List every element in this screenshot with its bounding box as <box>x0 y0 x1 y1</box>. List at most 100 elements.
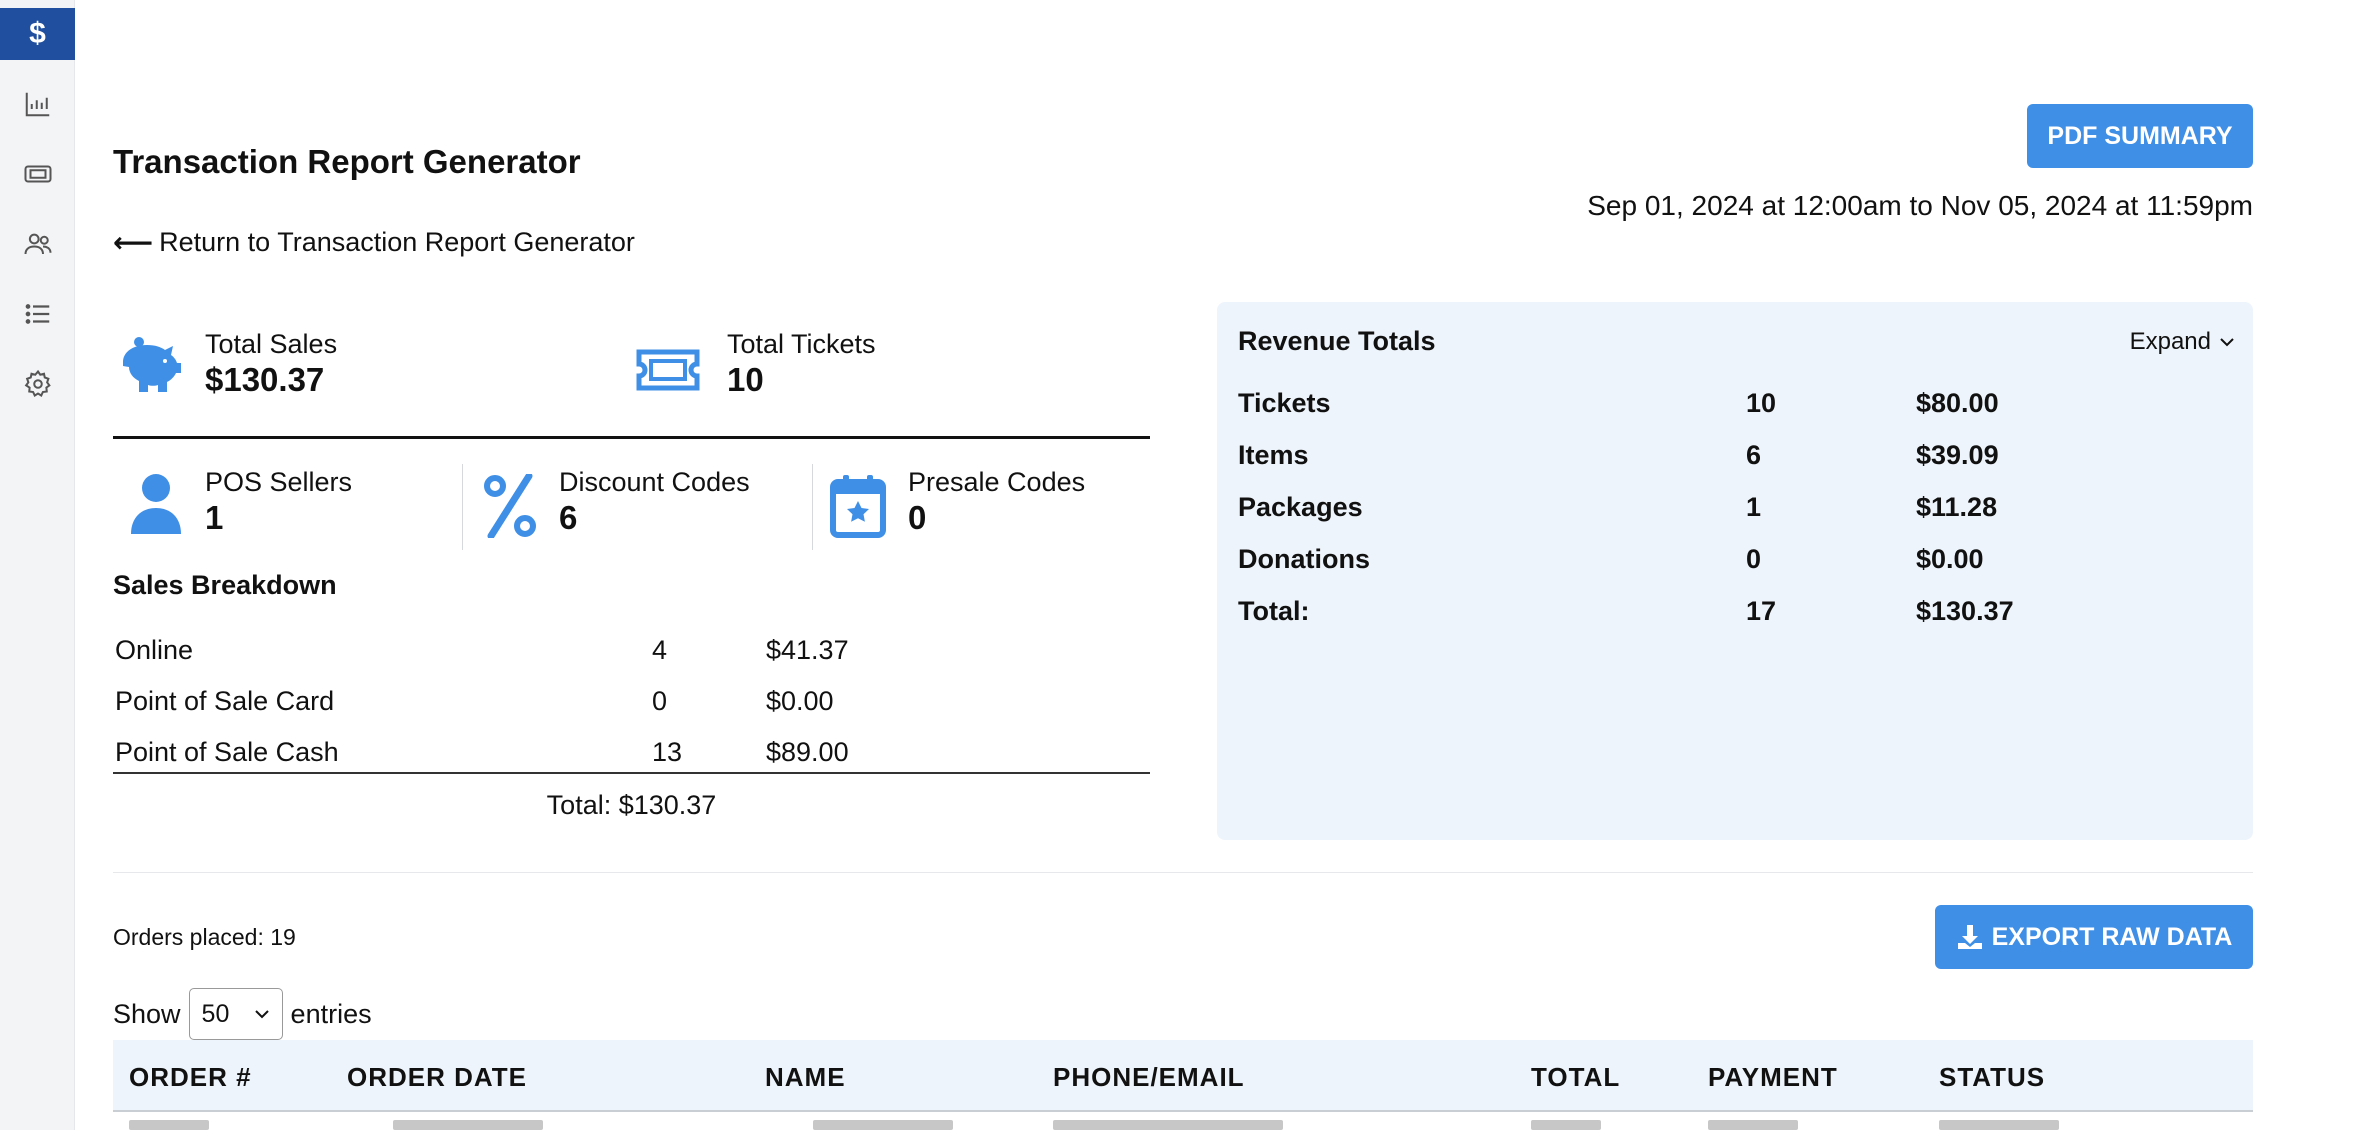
pos-sellers-label: POS Sellers <box>205 467 353 497</box>
column-header-phone-email[interactable]: PHONE/EMAIL <box>1053 1062 1245 1093</box>
sidebar-item-settings[interactable] <box>0 358 75 410</box>
section-divider <box>113 872 2253 873</box>
piggy-bank-icon <box>123 337 181 392</box>
stat-separator <box>812 464 813 550</box>
revenue-row-name: Total: <box>1238 596 1310 626</box>
dollar-icon: $ <box>29 17 46 50</box>
total-sales-value: $130.37 <box>205 361 325 399</box>
sales-channel-name: Point of Sale Card <box>115 686 335 716</box>
stat-total-sales: Total Sales $130.37 <box>113 328 337 400</box>
page-title: Transaction Report Generator <box>113 143 581 180</box>
revenue-row-count: 1 <box>1746 492 1762 522</box>
sales-channel-count: 4 <box>652 635 668 665</box>
ticket-icon <box>24 165 51 183</box>
revenue-totals-panel: Revenue Totals Expand Tickets 10 $80.00 … <box>1217 302 2253 840</box>
orders-table-header: ORDER # ORDER DATE NAME PHONE/EMAIL TOTA… <box>113 1040 2253 1112</box>
sales-breakdown-title: Sales Breakdown <box>113 570 337 600</box>
revenue-row-count: 0 <box>1746 544 1762 574</box>
sales-channel-count: 13 <box>652 737 683 767</box>
sales-channel-amount: $41.37 <box>766 635 849 665</box>
sales-channel-amount: $89.00 <box>766 737 849 767</box>
gear-icon <box>24 369 51 397</box>
total-tickets-label: Total Tickets <box>727 329 876 359</box>
column-header-total[interactable]: TOTAL <box>1531 1062 1620 1093</box>
revenue-row-name: Donations <box>1238 544 1370 574</box>
presale-codes-label: Presale Codes <box>908 467 1086 497</box>
cell-fragment <box>813 1120 953 1130</box>
revenue-totals-title: Revenue Totals <box>1238 326 1436 356</box>
pos-sellers-value: 1 <box>205 499 224 537</box>
sales-channel-count: 0 <box>652 686 668 716</box>
cell-fragment <box>129 1120 209 1130</box>
orders-placed-count: Orders placed: 19 <box>113 924 296 950</box>
arrow-left-icon: ⟵ <box>113 227 154 258</box>
expand-button[interactable]: Expand <box>2130 328 2235 356</box>
table-row <box>113 1114 2253 1130</box>
sidebar: $ <box>0 0 75 1130</box>
show-label: Show <box>113 998 181 1029</box>
export-raw-data-button[interactable]: EXPORT RAW DATA <box>1935 905 2253 969</box>
entries-label: entries <box>290 998 372 1029</box>
revenue-row-name: Items <box>1238 440 1309 470</box>
expand-label: Expand <box>2129 328 2211 355</box>
column-header-payment[interactable]: PAYMENT <box>1708 1062 1838 1093</box>
stat-discount-codes: Discount Codes 6 <box>483 466 750 538</box>
sidebar-item-transactions[interactable]: $ <box>0 8 75 60</box>
revenue-row-count: 6 <box>1746 440 1762 470</box>
revenue-row-count: 10 <box>1746 388 1777 418</box>
chevron-down-icon <box>254 1010 269 1019</box>
column-header-order-date[interactable]: ORDER DATE <box>347 1062 527 1093</box>
stat-pos-sellers: POS Sellers 1 <box>129 466 352 538</box>
revenue-row-amount: $0.00 <box>1916 544 1984 574</box>
stat-separator <box>462 464 463 550</box>
stats-divider <box>113 436 1150 439</box>
revenue-row-amount: $80.00 <box>1916 388 1999 418</box>
revenue-row-name: Tickets <box>1238 388 1331 418</box>
sidebar-item-reports[interactable] <box>0 78 75 130</box>
calendar-star-icon <box>830 475 886 538</box>
list-icon <box>25 304 49 324</box>
revenue-row-count: 17 <box>1746 596 1777 626</box>
sales-channel-name: Point of Sale Cash <box>115 737 339 767</box>
sales-breakdown-total: Total: $130.37 <box>546 790 717 820</box>
users-icon <box>24 233 51 255</box>
ticket-icon <box>636 349 700 391</box>
back-link[interactable]: ⟵ Return to Transaction Report Generator <box>113 226 635 259</box>
stat-presale-codes: Presale Codes 0 <box>830 466 1085 538</box>
cell-fragment <box>393 1120 543 1130</box>
column-header-status[interactable]: STATUS <box>1939 1062 2045 1093</box>
export-button-label: EXPORT RAW DATA <box>1991 922 2233 951</box>
user-icon <box>131 474 181 534</box>
total-tickets-value: 10 <box>727 361 764 399</box>
cell-fragment <box>1053 1120 1283 1130</box>
revenue-row-amount: $130.37 <box>1916 596 2014 626</box>
cell-fragment <box>1708 1120 1798 1130</box>
entries-select-value: 50 <box>201 999 230 1028</box>
sales-channel-amount: $0.00 <box>766 686 834 716</box>
discount-codes-label: Discount Codes <box>559 467 750 497</box>
pdf-summary-button[interactable]: PDF SUMMARY <box>2027 104 2253 168</box>
main-content: Transaction Report Generator ⟵ Return to… <box>113 0 2253 1130</box>
download-icon <box>1957 925 1982 949</box>
column-header-order-number[interactable]: ORDER # <box>129 1062 252 1093</box>
revenue-row-amount: $11.28 <box>1916 492 1998 522</box>
entries-select[interactable]: 50 <box>188 988 283 1040</box>
revenue-row-name: Packages <box>1238 492 1363 522</box>
back-link-label: Return to Transaction Report Generator <box>159 227 635 257</box>
sidebar-item-users[interactable] <box>0 218 75 270</box>
column-header-name[interactable]: NAME <box>765 1062 846 1093</box>
cell-fragment <box>1939 1120 2059 1130</box>
sidebar-item-tickets[interactable] <box>0 148 75 200</box>
total-sales-label: Total Sales <box>205 329 338 359</box>
date-range: Sep 01, 2024 at 12:00am to Nov 05, 2024 … <box>1587 190 2253 221</box>
discount-codes-value: 6 <box>559 499 578 537</box>
presale-codes-value: 0 <box>908 499 927 537</box>
sales-channel-name: Online <box>115 635 194 665</box>
sidebar-item-lists[interactable] <box>0 288 75 340</box>
show-entries-control: Show 50 entries <box>113 988 372 1040</box>
stat-total-tickets: Total Tickets 10 <box>635 328 876 400</box>
revenue-row-amount: $39.09 <box>1916 440 1999 470</box>
sales-breakdown-divider <box>113 772 1150 774</box>
bar-chart-icon <box>25 92 49 117</box>
percent-icon <box>484 474 536 538</box>
